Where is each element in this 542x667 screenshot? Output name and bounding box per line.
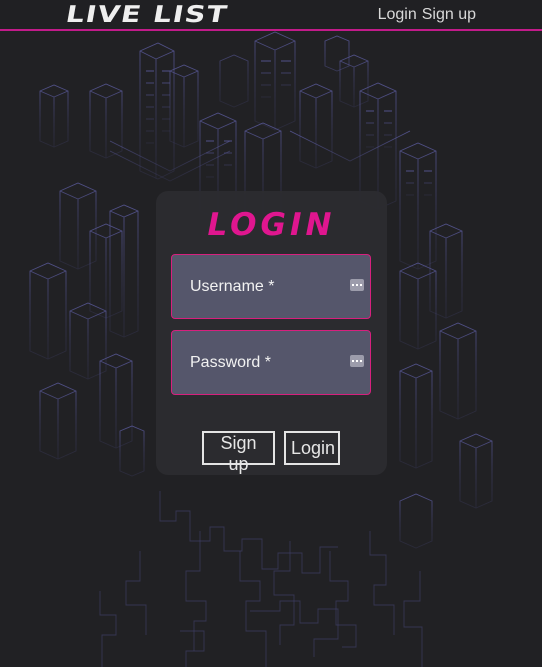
login-card: LOGIN Username * Password * Sign up Logi…: [156, 191, 387, 475]
password-field[interactable]: Password *: [171, 330, 371, 395]
username-field[interactable]: Username *: [171, 254, 371, 319]
header-nav: Login Sign up: [378, 6, 476, 24]
top-nav-bar: LIVE LIST Login Sign up: [0, 0, 542, 31]
app-logo[interactable]: LIVE LIST: [64, 2, 230, 28]
nav-signup-link[interactable]: Sign up: [422, 6, 476, 24]
signup-button[interactable]: Sign up: [202, 431, 275, 474]
login-button[interactable]: Login: [284, 431, 340, 465]
page: LIVE LIST Login Sign up LOGIN Username *…: [0, 0, 542, 667]
password-manager-icon[interactable]: [350, 355, 364, 367]
username-input[interactable]: [172, 255, 370, 318]
password-input[interactable]: [172, 331, 370, 394]
login-title: LOGIN: [207, 207, 336, 243]
nav-login-link[interactable]: Login: [378, 6, 417, 24]
password-manager-icon[interactable]: [350, 279, 364, 291]
form-actions: Sign up Login: [202, 431, 340, 474]
